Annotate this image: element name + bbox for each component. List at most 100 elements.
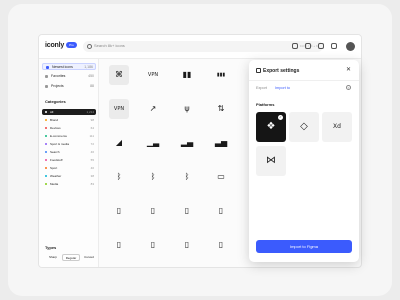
tab-export[interactable]: Export xyxy=(256,86,267,90)
category-label: Sport & media xyxy=(50,142,70,146)
search-placeholder: Search 8k+ icons xyxy=(94,43,125,48)
icon-cell[interactable]: ▯ xyxy=(143,201,163,221)
top-bar: iconly Pro Search 8k+ icons Ctrl F / ⌘ +… xyxy=(39,35,361,59)
search-icon xyxy=(87,44,92,49)
icon-cell[interactable]: ▮▮ xyxy=(177,65,197,85)
icon-cell[interactable]: ψ xyxy=(177,99,197,119)
icon-cell[interactable]: ⌘ xyxy=(109,65,129,85)
pro-badge: Pro xyxy=(66,42,77,48)
category-label: Media xyxy=(50,182,59,186)
platform-vscode[interactable]: ⋈ xyxy=(256,146,286,176)
category-label: Weather xyxy=(50,174,62,178)
search-input[interactable]: Search 8k+ icons Ctrl F / ⌘ + K xyxy=(83,41,323,52)
grid-icon: ▮▮ xyxy=(182,70,192,79)
sidebar-item-label: Projects xyxy=(51,84,64,88)
grid-icon: ▂▄ xyxy=(180,138,194,147)
close-icon[interactable]: ✕ xyxy=(346,66,351,73)
grid-icon: ▯ xyxy=(218,240,224,249)
grid-icon: ᛒ xyxy=(116,172,122,181)
grid-icon: ▯ xyxy=(150,240,156,249)
grid-icon: ↗ xyxy=(149,104,157,113)
category-count: 98 xyxy=(90,118,94,122)
icon-cell[interactable]: ↗ xyxy=(143,99,163,119)
icon-cell[interactable]: ▃▅ xyxy=(211,133,231,153)
avatar[interactable] xyxy=(346,42,355,51)
sidebar-item-favorites[interactable]: Favorites 450 xyxy=(42,73,96,80)
type-regular[interactable]: Regular xyxy=(62,254,80,261)
folder-icon xyxy=(45,85,48,88)
sidebar-item-label: Newest icons xyxy=(52,65,73,69)
sidebar: Newest icons 1,186 Favorites 450 Project… xyxy=(39,59,99,267)
bookmark-icon[interactable] xyxy=(318,43,324,49)
help-icon[interactable]: ? xyxy=(346,85,351,90)
icon-cell[interactable]: ▯ xyxy=(211,235,231,255)
bell-icon[interactable] xyxy=(305,43,311,49)
export-settings-panel: Export settings ✕ Export Import to ? Pla… xyxy=(249,60,359,262)
grid-icon: VPN xyxy=(113,106,125,112)
icon-cell[interactable]: ▂▄ xyxy=(177,133,197,153)
category-count: 55 xyxy=(90,158,94,162)
icon-cell[interactable]: ▯ xyxy=(177,235,197,255)
sidebar-item-newest[interactable]: Newest icons 1,186 xyxy=(42,63,96,70)
icon-cell[interactable]: ▯ xyxy=(109,235,129,255)
app-logo[interactable]: iconly xyxy=(45,42,64,49)
category-dot-icon xyxy=(45,151,47,153)
category-item[interactable]: Foodstuff 55 xyxy=(42,157,96,163)
category-dot-icon xyxy=(45,183,47,185)
category-item[interactable]: E-commerce 111 xyxy=(42,133,96,139)
sidebar-item-projects[interactable]: Projects 88 xyxy=(42,83,96,90)
platform-figma[interactable]: ❖ ✓ xyxy=(256,112,286,142)
category-item[interactable]: Sport & media 72 xyxy=(42,141,96,147)
icon-cell[interactable]: ◢ xyxy=(109,133,129,153)
category-item[interactable]: Search 46 xyxy=(42,149,96,155)
category-item[interactable]: Devices 64 xyxy=(42,125,96,131)
platform-xd[interactable]: Xd xyxy=(322,112,352,142)
grid-icon: ▭ xyxy=(217,172,225,181)
type-curved[interactable]: Curved xyxy=(81,254,97,261)
category-item[interactable]: Media 83 xyxy=(42,181,96,187)
category-item[interactable]: Brand 98 xyxy=(42,117,96,123)
sidebar-item-count: 88 xyxy=(90,84,94,88)
category-count: 64 xyxy=(90,126,94,130)
grid-icon: ▯ xyxy=(184,240,190,249)
grid-icon: VPN xyxy=(147,72,159,78)
platforms-heading: Platforms xyxy=(256,102,275,107)
category-item[interactable]: All 1,214 xyxy=(42,109,96,115)
grid-icon: ▯ xyxy=(218,206,224,215)
icon-cell[interactable]: ᛒ xyxy=(143,167,163,187)
category-item[interactable]: Weather 38 xyxy=(42,173,96,179)
sidebar-item-label: Favorites xyxy=(51,74,66,78)
icon-cell[interactable]: ▯ xyxy=(109,201,129,221)
icon-cell[interactable]: VPN xyxy=(109,99,129,119)
icon-cell[interactable]: ▯ xyxy=(143,235,163,255)
icon-cell[interactable]: ▭ xyxy=(211,167,231,187)
icon-cell[interactable]: ▯ xyxy=(177,201,197,221)
category-dot-icon xyxy=(45,159,47,161)
category-count: 1,214 xyxy=(86,110,94,114)
icon-cell[interactable]: VPN xyxy=(143,65,163,85)
category-count: 46 xyxy=(90,150,94,154)
xd-icon: Xd xyxy=(333,123,341,130)
category-count: 40 xyxy=(90,166,94,170)
tab-import-to[interactable]: Import to xyxy=(275,86,290,90)
import-to-figma-button[interactable]: Import to Figma xyxy=(256,240,352,253)
icon-cell[interactable]: ᛒ xyxy=(177,167,197,187)
category-label: All xyxy=(50,110,54,114)
icon-cell[interactable]: ▁▃ xyxy=(143,133,163,153)
category-item[interactable]: Sport 40 xyxy=(42,165,96,171)
layers-icon[interactable] xyxy=(331,43,337,49)
platform-sketch[interactable]: ◇ xyxy=(289,112,319,142)
icon-cell[interactable]: ⇅ xyxy=(211,99,231,119)
grid-icon: ◢ xyxy=(115,138,123,147)
type-sharp[interactable]: Sharp xyxy=(45,254,61,261)
types-heading: Types xyxy=(45,245,57,250)
category-count: 111 xyxy=(89,134,94,138)
category-label: E-commerce xyxy=(50,134,68,138)
category-dot-icon xyxy=(45,135,47,137)
grid-icon: ▮▮▮ xyxy=(216,72,226,78)
icon-cell[interactable]: ᛒ xyxy=(109,167,129,187)
grid-icon: ⌘ xyxy=(115,70,123,79)
gear-icon[interactable] xyxy=(292,43,298,49)
icon-cell[interactable]: ▮▮▮ xyxy=(211,65,231,85)
icon-cell[interactable]: ▯ xyxy=(211,201,231,221)
